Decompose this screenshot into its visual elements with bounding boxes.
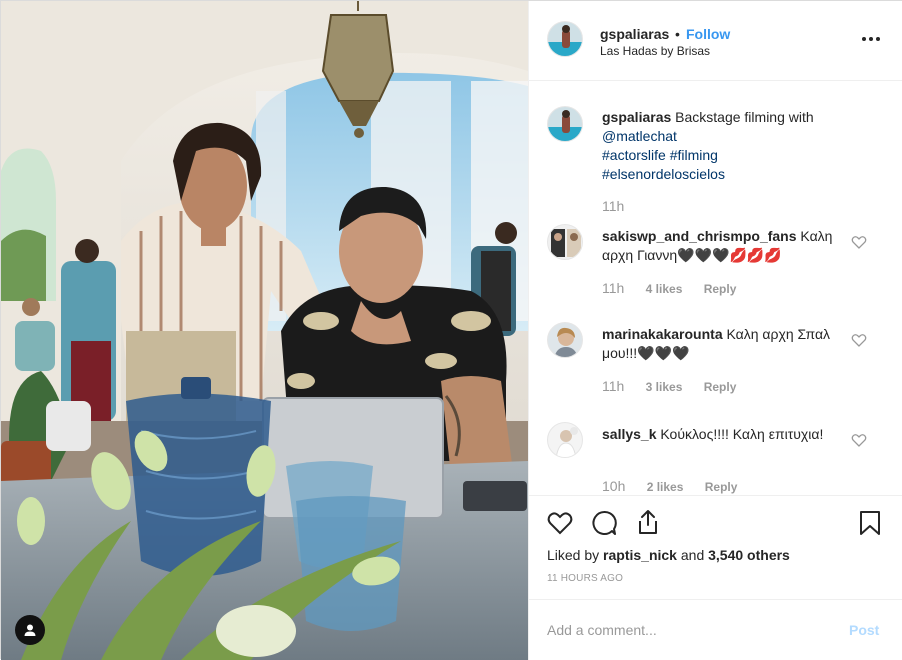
commenter-avatar[interactable] [547,322,583,358]
avatar-image [548,423,582,457]
caption-meta: 11h [602,198,642,214]
avatar-image [548,22,582,56]
commenter-avatar[interactable] [547,224,583,260]
post-modal: gspaliaras • Follow Las Hadas by Brisas [0,0,902,660]
like-comment-icon[interactable] [851,432,867,448]
liked-by-and: and [680,547,705,563]
share-icon [639,510,657,534]
author-username[interactable]: gspaliaras [600,26,669,42]
comment-body: Κούκλος!!!! Καλη επιτυχια! [660,426,824,442]
comment-meta: 11h 3 likes Reply [602,378,736,394]
heart-icon [547,512,573,535]
liked-by-prefix: Liked by [547,547,600,563]
reply-button[interactable]: Reply [704,380,737,394]
caption-text: gspaliaras Backstage filming with @matle… [602,108,852,184]
follow-button[interactable]: Follow [686,26,730,42]
more-options-icon [862,37,880,41]
like-comment-icon[interactable] [851,234,867,250]
caption-hashtags-2[interactable]: #elsenordeloscielos [602,166,725,182]
commenter-avatar[interactable] [547,422,583,458]
comment-likes[interactable]: 2 likes [647,480,684,494]
caption-mention[interactable]: @matlechat [602,128,677,144]
caption-body: Backstage filming with [675,109,814,125]
reply-button[interactable]: Reply [705,480,738,494]
comment-input[interactable] [547,619,827,641]
save-button[interactable] [855,508,885,538]
comment-text: marinakakarounta Καλη αρχη Σπαλ μου!!!🖤🖤… [602,325,842,363]
comment-username[interactable]: sallys_k [602,426,657,442]
comment-likes[interactable]: 4 likes [646,282,683,296]
caption-time[interactable]: 11h [602,198,624,214]
author-avatar[interactable] [547,21,583,57]
comment-likes[interactable]: 3 likes [646,380,683,394]
post-timestamp[interactable]: 11 HOURS AGO [547,573,623,584]
avatar-image [548,323,582,357]
avatar-image [548,225,582,259]
caption-hashtags-1[interactable]: #actorslife #filming [602,147,718,163]
comment-text: sakiswp_and_chrismpo_fans Καλη αρχη Γιαν… [602,227,842,265]
tagged-users-button[interactable] [15,615,45,645]
comment-text: sallys_k Κούκλος!!!! Καλη επιτυχια! [602,425,842,444]
share-button[interactable] [633,507,663,537]
post-photo[interactable] [1,1,528,660]
comment-username[interactable]: sakiswp_and_chrismpo_fans [602,228,797,244]
caption-avatar[interactable] [547,106,583,142]
comment-button[interactable] [589,508,619,538]
bookmark-icon [860,511,880,535]
reply-button[interactable]: Reply [704,282,737,296]
post-image [1,1,528,660]
liked-by-count[interactable]: 3,540 others [708,547,790,563]
post-sidebar: gspaliaras • Follow Las Hadas by Brisas [528,1,902,660]
comment-username[interactable]: marinakakarounta [602,326,723,342]
action-bar: Liked by raptis_nick and 3,540 others 11… [529,495,902,599]
more-options-button[interactable] [859,27,883,51]
avatar-image [548,107,582,141]
comments-list[interactable]: gspaliaras Backstage filming with @matle… [529,82,902,494]
like-comment-icon[interactable] [851,332,867,348]
user-tag-icon [24,624,36,636]
post-comment-button[interactable]: Post [849,622,879,638]
post-location[interactable]: Las Hadas by Brisas [600,44,710,58]
comment-bubble-icon [592,510,617,535]
comment-meta: 11h 4 likes Reply [602,280,736,296]
comment-meta: 10h 2 likes Reply [602,478,737,494]
comment-composer: Post [529,599,902,660]
comment-time[interactable]: 10h [602,478,625,494]
liked-by-user[interactable]: raptis_nick [603,547,677,563]
caption-username[interactable]: gspaliaras [602,109,671,125]
comment-time[interactable]: 11h [602,378,624,394]
post-header: gspaliaras • Follow Las Hadas by Brisas [529,1,902,81]
liked-by-summary: Liked by raptis_nick and 3,540 others [547,547,790,563]
like-button[interactable] [545,508,575,538]
header-separator: • [675,26,680,42]
comment-time[interactable]: 11h [602,280,624,296]
